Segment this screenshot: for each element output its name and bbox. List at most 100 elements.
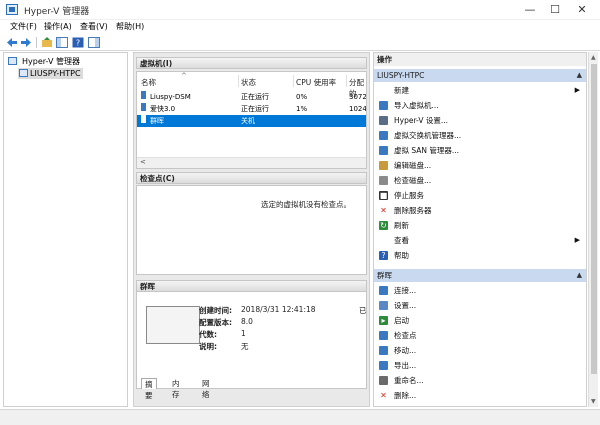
close-button[interactable]: ✕ bbox=[570, 2, 594, 18]
sort-indicator-icon: ^ bbox=[181, 72, 187, 80]
action-label: 设置... bbox=[394, 301, 417, 310]
menu-file[interactable]: 文件(F) bbox=[10, 21, 37, 32]
truncated-status: 已 bbox=[359, 306, 367, 315]
action-hyperv-settings[interactable]: Hyper-V 设置... bbox=[374, 113, 586, 128]
vm-name: 群晖 bbox=[150, 117, 164, 125]
tab-memory[interactable]: 内存 bbox=[169, 378, 183, 399]
collapse-icon[interactable]: ▲ bbox=[577, 269, 582, 282]
show-hide-console-tree-icon[interactable] bbox=[56, 37, 68, 48]
action-label: 重命名... bbox=[394, 376, 424, 385]
up-folder-icon[interactable] bbox=[41, 37, 53, 48]
vm-memory: 3072 M bbox=[349, 93, 367, 101]
actions-scrollbar[interactable]: ▲ ▼ bbox=[588, 52, 598, 407]
tree-node-server-label: LIUSPY-HTPC bbox=[30, 69, 81, 78]
notes-value: 无 bbox=[241, 342, 249, 351]
action-refresh[interactable]: ↻ 刷新 bbox=[374, 218, 586, 233]
action-new[interactable]: 新建 ▶ bbox=[374, 83, 586, 98]
action-virtual-san[interactable]: 虚拟 SAN 管理器... bbox=[374, 143, 586, 158]
vm-icon bbox=[141, 103, 146, 111]
refresh-icon: ↻ bbox=[379, 221, 388, 230]
action-stop-service[interactable]: ■ 停止服务 bbox=[374, 188, 586, 203]
vm-state: 关机 bbox=[241, 117, 255, 125]
action-label: 编辑磁盘... bbox=[394, 161, 432, 170]
new-icon bbox=[379, 86, 388, 95]
server-actions-group[interactable]: LIUSPY-HTPC ▲ bbox=[374, 69, 586, 82]
created-label: 创建时间: bbox=[199, 306, 232, 315]
vm-memory: 1024 M bbox=[349, 105, 367, 113]
no-checkpoints-message: 选定的虚拟机没有检查点。 bbox=[261, 200, 351, 209]
vm-icon bbox=[141, 115, 146, 123]
tab-summary[interactable]: 摘要 bbox=[141, 378, 157, 400]
vm-row[interactable]: Liuspy-DSM 正在运行 0% 3072 M bbox=[137, 91, 367, 103]
minimize-button[interactable]: — bbox=[518, 2, 542, 18]
action-remove-server[interactable]: ✕ 删除服务器 bbox=[374, 203, 586, 218]
action-connect[interactable]: 连接... bbox=[374, 283, 586, 298]
menu-action[interactable]: 操作(A) bbox=[44, 21, 72, 32]
vm-actions-group[interactable]: 群晖 ▲ bbox=[374, 269, 586, 282]
hyperv-settings-icon bbox=[379, 116, 388, 125]
action-label: 虚拟交换机管理器... bbox=[394, 131, 462, 140]
scrollbar-thumb[interactable] bbox=[591, 64, 597, 374]
vm-row-selected[interactable]: 群晖 关机 bbox=[137, 115, 366, 127]
action-label: 新建 bbox=[394, 86, 409, 95]
checkpoints-list: 选定的虚拟机没有检查点。 bbox=[136, 185, 367, 275]
scroll-left-button[interactable]: < bbox=[140, 158, 146, 166]
column-header-state[interactable]: 状态 bbox=[241, 77, 256, 88]
help-icon[interactable]: ? bbox=[72, 37, 84, 48]
start-icon: ▸ bbox=[379, 316, 388, 325]
maximize-button[interactable]: ☐ bbox=[543, 2, 567, 18]
hyperv-manager-icon bbox=[8, 57, 17, 65]
forward-arrow-icon[interactable] bbox=[20, 37, 32, 48]
action-inspect-disk[interactable]: 检查磁盘... bbox=[374, 173, 586, 188]
action-export[interactable]: 导出... bbox=[374, 358, 586, 373]
inspect-disk-icon bbox=[379, 176, 388, 185]
move-icon bbox=[379, 346, 388, 355]
action-import-vm[interactable]: 导入虚拟机... bbox=[374, 98, 586, 113]
action-move[interactable]: 移动... bbox=[374, 343, 586, 358]
edit-disk-icon bbox=[379, 161, 388, 170]
config-version-value: 8.0 bbox=[241, 317, 253, 326]
action-view[interactable]: 查看 ▶ bbox=[374, 233, 586, 248]
tab-network[interactable]: 网络 bbox=[199, 378, 213, 399]
vm-row[interactable]: 爱快3.0 正在运行 1% 1024 M bbox=[137, 103, 367, 115]
action-settings[interactable]: 设置... bbox=[374, 298, 586, 313]
generation-label: 代数: bbox=[199, 330, 217, 339]
horizontal-scrollbar[interactable]: < bbox=[137, 157, 366, 168]
action-label: 删除服务器 bbox=[394, 206, 432, 215]
back-arrow-icon[interactable] bbox=[6, 37, 18, 48]
show-hide-action-pane-icon[interactable] bbox=[88, 37, 100, 48]
column-header-name[interactable]: 名称 bbox=[141, 77, 156, 88]
vm-thumbnail bbox=[146, 306, 200, 344]
column-separator bbox=[238, 75, 239, 87]
action-checkpoint[interactable]: 检查点 bbox=[374, 328, 586, 343]
action-label: 刷新 bbox=[394, 221, 409, 230]
tree-node-server[interactable]: LIUSPY-HTPC bbox=[18, 68, 83, 79]
column-separator bbox=[293, 75, 294, 87]
action-rename[interactable]: 重命名... bbox=[374, 373, 586, 388]
toolbar-separator bbox=[36, 37, 37, 48]
connect-icon bbox=[379, 286, 388, 295]
svg-text:?: ? bbox=[76, 39, 80, 48]
stop-service-icon: ■ bbox=[379, 191, 388, 200]
vm-cpu: 0% bbox=[296, 93, 308, 101]
delete-icon: ✕ bbox=[379, 391, 388, 400]
action-label: 移动... bbox=[394, 346, 417, 355]
help-icon: ? bbox=[379, 251, 388, 260]
remove-server-icon: ✕ bbox=[379, 206, 388, 215]
action-help[interactable]: ? 帮助 bbox=[374, 248, 586, 263]
tree-root-hyperv-manager[interactable]: Hyper-V 管理器 bbox=[8, 56, 80, 67]
column-header-cpu[interactable]: CPU 使用率 bbox=[296, 77, 336, 88]
action-start[interactable]: ▸ 启动 bbox=[374, 313, 586, 328]
rename-icon bbox=[379, 376, 388, 385]
collapse-icon[interactable]: ▲ bbox=[577, 69, 582, 82]
vm-state: 正在运行 bbox=[241, 93, 269, 101]
view-icon bbox=[379, 236, 388, 245]
hyperv-app-icon bbox=[6, 4, 18, 15]
action-edit-disk[interactable]: 编辑磁盘... bbox=[374, 158, 586, 173]
action-delete[interactable]: ✕ 删除... bbox=[374, 388, 586, 403]
scroll-down-icon[interactable]: ▼ bbox=[591, 398, 596, 405]
menu-view[interactable]: 查看(V) bbox=[80, 21, 108, 32]
action-virtual-switch[interactable]: 虚拟交换机管理器... bbox=[374, 128, 586, 143]
menu-help[interactable]: 帮助(H) bbox=[116, 21, 144, 32]
scroll-up-icon[interactable]: ▲ bbox=[591, 54, 596, 61]
